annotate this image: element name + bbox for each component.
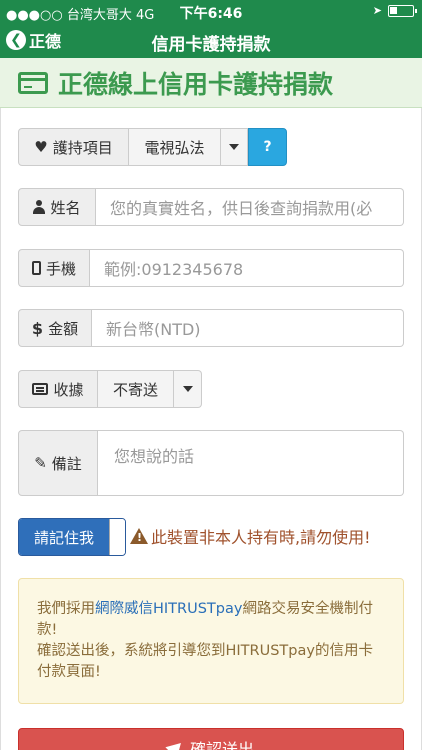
clock-time: 下午6:46 — [179, 6, 243, 22]
credit-card-icon — [18, 71, 48, 94]
notice-text-3: 確認送出後，系統將引導您到HITRUSTpay的信用卡付款頁面! — [37, 643, 373, 680]
donation-item-row: ♥ 護持項目 電視弘法 ? — [18, 128, 287, 166]
toggle-knob — [109, 519, 125, 555]
receipt-addon: 收據 — [18, 370, 98, 408]
battery-icon — [388, 4, 417, 17]
status-bar: ●●●○○ 台湾大哥大 4G 下午6:46 ➤ — [0, 0, 422, 23]
amount-addon: $ 金額 — [18, 309, 92, 347]
warning-text: 此裝置非本人持有時,請勿使用! — [151, 528, 371, 547]
hitrust-link[interactable]: 網際威信HITRUSTpay — [95, 601, 242, 617]
warning-icon: ! — [130, 528, 148, 544]
receipt-dropdown-button[interactable] — [174, 370, 202, 408]
donation-item-label: 護持項目 — [52, 138, 113, 157]
receipt-select[interactable]: 不寄送 — [98, 370, 174, 408]
note-row: ✎ 備註 您想說的話 — [18, 430, 404, 496]
donation-item-select[interactable]: 電視弘法 — [129, 128, 221, 166]
phone-label: 手機 — [45, 259, 76, 278]
amount-row: $ 金額 新台幣(NTD) — [18, 309, 404, 347]
note-textarea[interactable]: 您想說的話 — [98, 430, 404, 496]
donation-item-dropdown-button[interactable] — [221, 128, 248, 166]
notice-text-1: 我們採用 — [37, 601, 95, 617]
receipt-label: 收據 — [53, 380, 84, 399]
note-addon: ✎ 備註 — [18, 430, 98, 496]
submit-button[interactable]: 確認送出 — [18, 728, 404, 750]
navigation-bar: ❮ 正德 信用卡護持捐款 — [0, 22, 422, 58]
mobile-phone-icon — [31, 261, 41, 275]
name-addon: 姓名 — [18, 188, 96, 226]
status-icons: ➤ — [372, 4, 417, 17]
device-warning: ! 此裝置非本人持有時,請勿使用! — [130, 524, 371, 548]
chevron-down-icon — [182, 386, 193, 392]
name-label: 姓名 — [50, 198, 81, 217]
amount-input[interactable]: 新台幣(NTD) — [92, 309, 404, 347]
send-icon — [165, 737, 187, 750]
phone-row: 手機 範例:0912345678 — [18, 249, 404, 287]
nav-title: 信用卡護持捐款 — [151, 35, 271, 55]
amount-label: 金額 — [48, 319, 79, 338]
help-button[interactable]: ? — [248, 128, 287, 166]
receipt-row: 收據 不寄送 — [18, 370, 202, 408]
remember-me-toggle[interactable]: 請記住我 — [18, 518, 126, 556]
user-icon — [33, 200, 46, 214]
name-input[interactable]: 您的真實姓名，供日後查詢捐款用(必 — [96, 188, 404, 226]
name-row: 姓名 您的真實姓名，供日後查詢捐款用(必 — [18, 188, 404, 226]
phone-addon: 手機 — [18, 249, 90, 287]
heart-icon: ♥ — [34, 138, 48, 156]
receipt-list-icon — [32, 383, 49, 395]
phone-input[interactable]: 範例:0912345678 — [90, 249, 404, 287]
page-title: 正德線上信用卡護持捐款 — [58, 69, 334, 99]
edit-icon: ✎ — [34, 454, 47, 472]
location-icon: ➤ — [372, 4, 382, 17]
note-label: 備註 — [51, 454, 82, 473]
dollar-icon: $ — [31, 318, 44, 338]
security-notice: 我們採用網際威信HITRUSTpay網路交易安全機制付款! 確認送出後，系統將引… — [18, 578, 404, 704]
chevron-down-icon — [229, 144, 239, 150]
submit-label: 確認送出 — [189, 740, 254, 750]
remember-me-label: 請記住我 — [19, 519, 109, 555]
donation-item-addon: ♥ 護持項目 — [18, 128, 129, 166]
page-header: 正德線上信用卡護持捐款 — [0, 58, 422, 108]
